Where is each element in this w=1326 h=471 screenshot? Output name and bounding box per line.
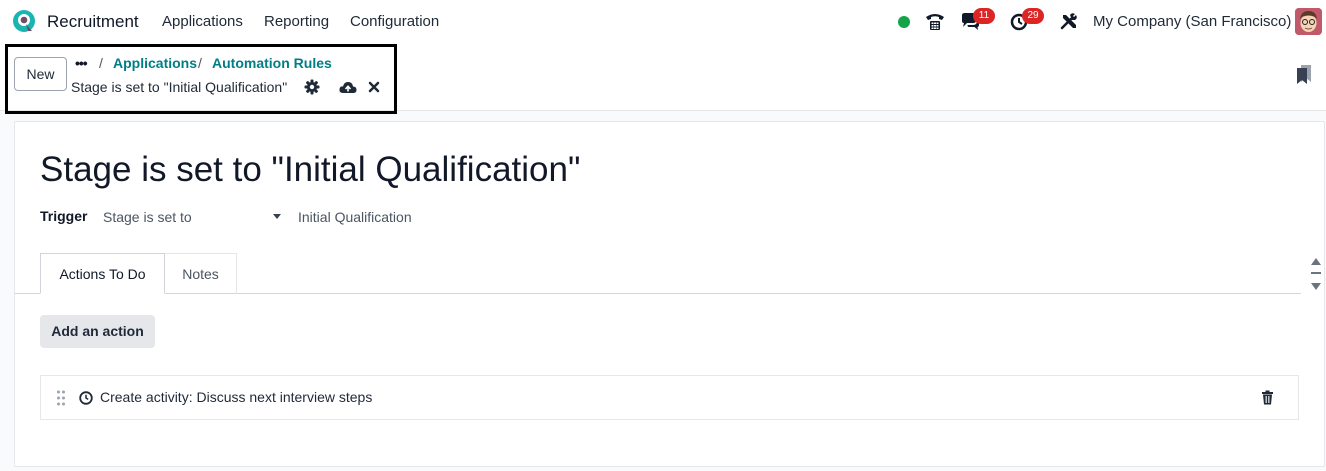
breadcrumb-separator: /: [99, 55, 103, 71]
recruitment-app-icon[interactable]: [12, 9, 36, 33]
breadcrumb-separator: /: [198, 55, 202, 71]
phone-icon[interactable]: [924, 10, 946, 32]
activities-badge: 29: [1022, 8, 1044, 24]
clock-icon: [79, 391, 93, 405]
menu-applications[interactable]: Applications: [162, 13, 243, 30]
messages-badge: 11: [973, 8, 995, 24]
company-switcher[interactable]: My Company (San Francisco): [1093, 13, 1291, 30]
trigger-stage-field[interactable]: Initial Qualification: [298, 205, 412, 229]
trigger-label: Trigger: [40, 208, 88, 224]
new-button[interactable]: New: [14, 57, 67, 91]
tools-icon[interactable]: [1058, 10, 1080, 32]
form-title[interactable]: Stage is set to "Initial Qualification": [40, 150, 580, 190]
chevron-down-icon[interactable]: [273, 214, 281, 219]
add-action-button[interactable]: Add an action: [40, 315, 155, 348]
top-navbar: Recruitment Applications Reporting Confi…: [0, 0, 1326, 44]
tab-notes[interactable]: Notes: [164, 253, 237, 294]
gear-icon[interactable]: [304, 79, 320, 95]
menu-configuration[interactable]: Configuration: [350, 13, 439, 30]
trigger-select[interactable]: Stage is set to: [103, 205, 285, 229]
cloud-upload-icon[interactable]: [339, 79, 357, 95]
close-icon[interactable]: [367, 79, 381, 95]
app-name[interactable]: Recruitment: [47, 12, 139, 32]
breadcrumb-applications[interactable]: Applications: [113, 55, 197, 71]
breadcrumb-more[interactable]: •••: [75, 55, 88, 71]
status-indicator: [898, 16, 910, 28]
drag-handle-icon[interactable]: [56, 390, 66, 406]
scroll-arrows[interactable]: [1310, 256, 1322, 292]
trash-icon[interactable]: [1261, 390, 1274, 405]
action-description[interactable]: Create activity: Discuss next interview …: [100, 389, 372, 405]
record-name: Stage is set to "Initial Qualification": [71, 79, 288, 95]
user-avatar[interactable]: [1295, 8, 1322, 35]
tab-actions-to-do[interactable]: Actions To Do: [40, 253, 165, 294]
breadcrumb-automation-rules[interactable]: Automation Rules: [212, 55, 332, 71]
menu-reporting[interactable]: Reporting: [264, 13, 329, 30]
action-row[interactable]: Create activity: Discuss next interview …: [40, 375, 1299, 420]
bookmark-icon[interactable]: [1296, 64, 1312, 84]
